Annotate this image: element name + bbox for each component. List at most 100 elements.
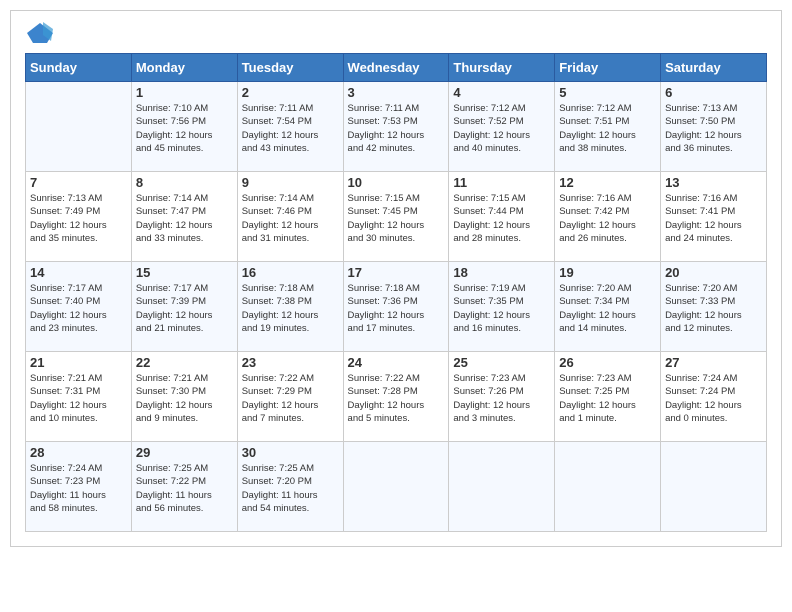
- calendar-cell: 20 Sunrise: 7:20 AM Sunset: 7:33 PM Dayli…: [661, 262, 767, 352]
- cell-content: Sunrise: 7:22 AM Sunset: 7:28 PM Dayligh…: [348, 372, 445, 425]
- day-number: 2: [242, 85, 339, 100]
- day-number: 14: [30, 265, 127, 280]
- calendar-cell: 29Sunrise: 7:25 AM Sunset: 7:22 PM Dayli…: [131, 442, 237, 532]
- calendar-cell: 3Sunrise: 7:11 AM Sunset: 7:53 PM Daylig…: [343, 82, 449, 172]
- day-number: 1: [136, 85, 233, 100]
- calendar-cell: [555, 442, 661, 532]
- cell-content: Sunrise: 7:10 AM Sunset: 7:56 PM Dayligh…: [136, 102, 233, 155]
- weekday-header-tuesday: Tuesday: [237, 54, 343, 82]
- weekday-header-thursday: Thursday: [449, 54, 555, 82]
- cell-content: Sunrise: 7:12 AM Sunset: 7:52 PM Dayligh…: [453, 102, 550, 155]
- cell-content: Sunrise: 7:25 AM Sunset: 7:20 PM Dayligh…: [242, 462, 339, 515]
- cell-content: Sunrise: 7:20 AM Sunset: 7:34 PM Dayligh…: [559, 282, 656, 335]
- calendar-cell: 22 Sunrise: 7:21 AM Sunset: 7:30 PM Dayli…: [131, 352, 237, 442]
- calendar-week-2: 7 Sunrise: 7:13 AM Sunset: 7:49 PM Daylig…: [26, 172, 767, 262]
- calendar-cell: 27Sunrise: 7:24 AM Sunset: 7:24 PM Dayli…: [661, 352, 767, 442]
- calendar-header: SundayMondayTuesdayWednesdayThursdayFrid…: [26, 54, 767, 82]
- calendar-cell: 14 Sunrise: 7:17 AM Sunset: 7:40 PM Dayli…: [26, 262, 132, 352]
- day-number: 19: [559, 265, 656, 280]
- calendar-cell: 19 Sunrise: 7:20 AM Sunset: 7:34 PM Dayli…: [555, 262, 661, 352]
- calendar-cell: 16 Sunrise: 7:18 AM Sunset: 7:38 PM Dayli…: [237, 262, 343, 352]
- calendar-week-1: 1 Sunrise: 7:10 AM Sunset: 7:56 PM Daylig…: [26, 82, 767, 172]
- day-number: 8: [136, 175, 233, 190]
- day-number: 27: [665, 355, 762, 370]
- cell-content: Sunrise: 7:23 AM Sunset: 7:26 PM Dayligh…: [453, 372, 550, 425]
- day-number: 28: [30, 445, 127, 460]
- calendar-cell: 28 Sunrise: 7:24 AM Sunset: 7:23 PM Dayli…: [26, 442, 132, 532]
- cell-content: Sunrise: 7:13 AM Sunset: 7:49 PM Dayligh…: [30, 192, 127, 245]
- cell-content: Sunrise: 7:18 AM Sunset: 7:38 PM Dayligh…: [242, 282, 339, 335]
- day-number: 17: [348, 265, 445, 280]
- calendar-cell: 1 Sunrise: 7:10 AM Sunset: 7:56 PM Daylig…: [131, 82, 237, 172]
- calendar-cell: 7 Sunrise: 7:13 AM Sunset: 7:49 PM Daylig…: [26, 172, 132, 262]
- calendar-cell: 8Sunrise: 7:14 AM Sunset: 7:47 PM Daylig…: [131, 172, 237, 262]
- day-number: 9: [242, 175, 339, 190]
- calendar-cell: 12 Sunrise: 7:16 AM Sunset: 7:42 PM Dayli…: [555, 172, 661, 262]
- calendar-cell: 6 Sunrise: 7:13 AM Sunset: 7:50 PM Daylig…: [661, 82, 767, 172]
- cell-content: Sunrise: 7:19 AM Sunset: 7:35 PM Dayligh…: [453, 282, 550, 335]
- day-number: 4: [453, 85, 550, 100]
- cell-content: Sunrise: 7:12 AM Sunset: 7:51 PM Dayligh…: [559, 102, 656, 155]
- cell-content: Sunrise: 7:17 AM Sunset: 7:40 PM Dayligh…: [30, 282, 127, 335]
- day-number: 12: [559, 175, 656, 190]
- calendar-body: 1 Sunrise: 7:10 AM Sunset: 7:56 PM Daylig…: [26, 82, 767, 532]
- calendar-cell: 21 Sunrise: 7:21 AM Sunset: 7:31 PM Dayli…: [26, 352, 132, 442]
- day-number: 15: [136, 265, 233, 280]
- cell-content: Sunrise: 7:11 AM Sunset: 7:54 PM Dayligh…: [242, 102, 339, 155]
- weekday-header-row: SundayMondayTuesdayWednesdayThursdayFrid…: [26, 54, 767, 82]
- cell-content: Sunrise: 7:16 AM Sunset: 7:42 PM Dayligh…: [559, 192, 656, 245]
- weekday-header-friday: Friday: [555, 54, 661, 82]
- calendar-cell: 13 Sunrise: 7:16 AM Sunset: 7:41 PM Dayli…: [661, 172, 767, 262]
- cell-content: Sunrise: 7:22 AM Sunset: 7:29 PM Dayligh…: [242, 372, 339, 425]
- day-number: 10: [348, 175, 445, 190]
- page-container: SundayMondayTuesdayWednesdayThursdayFrid…: [10, 10, 782, 547]
- calendar-cell: [26, 82, 132, 172]
- header-area: [25, 21, 767, 45]
- day-number: 18: [453, 265, 550, 280]
- calendar-cell: 5 Sunrise: 7:12 AM Sunset: 7:51 PM Daylig…: [555, 82, 661, 172]
- day-number: 16: [242, 265, 339, 280]
- cell-content: Sunrise: 7:11 AM Sunset: 7:53 PM Dayligh…: [348, 102, 445, 155]
- calendar-week-4: 21 Sunrise: 7:21 AM Sunset: 7:31 PM Dayli…: [26, 352, 767, 442]
- day-number: 22: [136, 355, 233, 370]
- day-number: 26: [559, 355, 656, 370]
- cell-content: Sunrise: 7:17 AM Sunset: 7:39 PM Dayligh…: [136, 282, 233, 335]
- day-number: 24: [348, 355, 445, 370]
- calendar-cell: 17 Sunrise: 7:18 AM Sunset: 7:36 PM Dayli…: [343, 262, 449, 352]
- calendar-cell: 10 Sunrise: 7:15 AM Sunset: 7:45 PM Dayli…: [343, 172, 449, 262]
- weekday-header-saturday: Saturday: [661, 54, 767, 82]
- day-number: 7: [30, 175, 127, 190]
- cell-content: Sunrise: 7:16 AM Sunset: 7:41 PM Dayligh…: [665, 192, 762, 245]
- calendar-cell: 26 Sunrise: 7:23 AM Sunset: 7:25 PM Dayli…: [555, 352, 661, 442]
- cell-content: Sunrise: 7:20 AM Sunset: 7:33 PM Dayligh…: [665, 282, 762, 335]
- calendar-cell: [343, 442, 449, 532]
- cell-content: Sunrise: 7:13 AM Sunset: 7:50 PM Dayligh…: [665, 102, 762, 155]
- day-number: 29: [136, 445, 233, 460]
- cell-content: Sunrise: 7:23 AM Sunset: 7:25 PM Dayligh…: [559, 372, 656, 425]
- calendar-cell: [661, 442, 767, 532]
- cell-content: Sunrise: 7:15 AM Sunset: 7:45 PM Dayligh…: [348, 192, 445, 245]
- calendar-cell: 23Sunrise: 7:22 AM Sunset: 7:29 PM Dayli…: [237, 352, 343, 442]
- cell-content: Sunrise: 7:24 AM Sunset: 7:23 PM Dayligh…: [30, 462, 127, 515]
- logo-icon: [25, 21, 55, 45]
- calendar-table: SundayMondayTuesdayWednesdayThursdayFrid…: [25, 53, 767, 532]
- calendar-cell: 25Sunrise: 7:23 AM Sunset: 7:26 PM Dayli…: [449, 352, 555, 442]
- calendar-cell: 18 Sunrise: 7:19 AM Sunset: 7:35 PM Dayli…: [449, 262, 555, 352]
- calendar-cell: 4 Sunrise: 7:12 AM Sunset: 7:52 PM Daylig…: [449, 82, 555, 172]
- calendar-cell: [449, 442, 555, 532]
- cell-content: Sunrise: 7:21 AM Sunset: 7:30 PM Dayligh…: [136, 372, 233, 425]
- day-number: 6: [665, 85, 762, 100]
- logo: [25, 21, 59, 45]
- calendar-cell: 2 Sunrise: 7:11 AM Sunset: 7:54 PM Daylig…: [237, 82, 343, 172]
- day-number: 11: [453, 175, 550, 190]
- day-number: 13: [665, 175, 762, 190]
- day-number: 20: [665, 265, 762, 280]
- calendar-cell: 11 Sunrise: 7:15 AM Sunset: 7:44 PM Dayli…: [449, 172, 555, 262]
- weekday-header-monday: Monday: [131, 54, 237, 82]
- weekday-header-sunday: Sunday: [26, 54, 132, 82]
- cell-content: Sunrise: 7:18 AM Sunset: 7:36 PM Dayligh…: [348, 282, 445, 335]
- day-number: 21: [30, 355, 127, 370]
- cell-content: Sunrise: 7:21 AM Sunset: 7:31 PM Dayligh…: [30, 372, 127, 425]
- day-number: 5: [559, 85, 656, 100]
- cell-content: Sunrise: 7:15 AM Sunset: 7:44 PM Dayligh…: [453, 192, 550, 245]
